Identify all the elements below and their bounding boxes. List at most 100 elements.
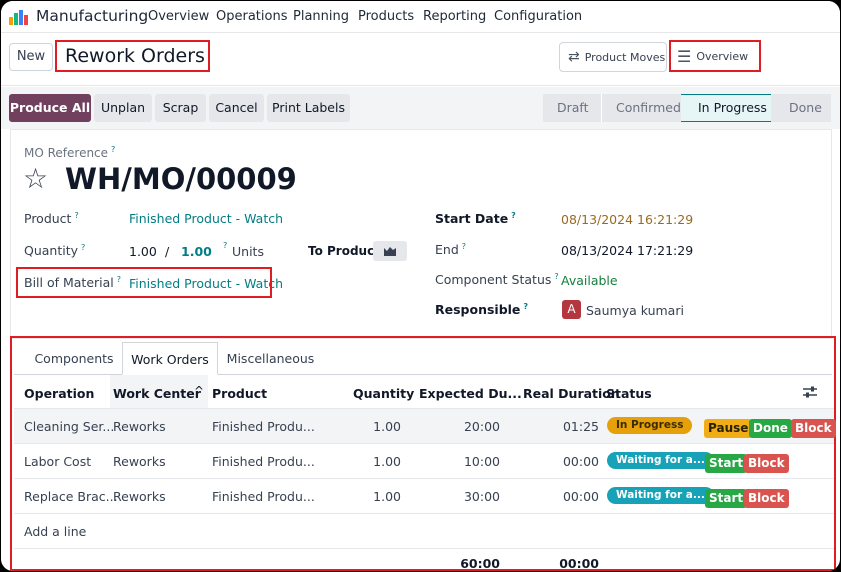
cell-expected: 30:00 xyxy=(463,489,500,504)
help-icon[interactable]: ? xyxy=(223,241,227,250)
stage-confirmed[interactable]: Confirmed xyxy=(601,94,681,122)
col-status[interactable]: Status xyxy=(606,386,652,401)
col-work-center[interactable]: Work Center xyxy=(113,386,201,401)
bom-highlight xyxy=(16,267,272,298)
responsible-label: Responsible? xyxy=(435,302,529,318)
unplan-button[interactable]: Unplan xyxy=(94,94,152,122)
totals-row: 60:00 00:00 xyxy=(14,548,834,571)
table-row[interactable]: Replace Brac... Reworks Finished Produ..… xyxy=(14,478,834,513)
cell-quantity: 1.00 xyxy=(373,489,401,504)
cell-real: 01:25 xyxy=(562,419,599,434)
end-date-field[interactable]: 08/13/2024 17:21:29 xyxy=(561,243,693,258)
app-title[interactable]: Manufacturing xyxy=(36,7,148,25)
mo-reference-label: MO Reference? xyxy=(24,145,116,160)
product-moves-button[interactable]: ⇄ Product Moves xyxy=(559,42,667,72)
product-moves-label: Product Moves xyxy=(584,50,666,64)
component-status-value: Available xyxy=(561,273,618,288)
cell-quantity: 1.00 xyxy=(373,419,401,434)
quantity-target[interactable]: 1.00 xyxy=(181,244,212,259)
bars-icon: ☰ xyxy=(677,46,692,66)
cell-expected: 20:00 xyxy=(463,419,500,434)
component-status-label: Component Status? xyxy=(435,272,559,288)
block-button[interactable]: Block xyxy=(791,419,836,438)
add-line-link[interactable]: Add a line xyxy=(24,524,86,539)
quantity-label: Quantity? xyxy=(24,243,86,259)
menu-overview[interactable]: Overview xyxy=(148,9,209,24)
total-real: 00:00 xyxy=(559,556,599,571)
avatar: A xyxy=(562,300,581,319)
help-icon[interactable]: ? xyxy=(554,272,558,281)
quantity-input[interactable]: 1.00 xyxy=(129,244,157,259)
page-title: Rework Orders xyxy=(55,40,210,72)
cell-operation: Replace Brac... xyxy=(24,489,118,504)
done-button[interactable]: Done xyxy=(749,419,792,438)
tab-work-orders[interactable]: Work Orders xyxy=(122,342,218,375)
cell-operation: Labor Cost xyxy=(24,454,92,469)
cell-product: Finished Produ... xyxy=(212,454,315,469)
help-icon[interactable]: ? xyxy=(523,302,528,311)
forecast-chart-button[interactable] xyxy=(373,241,407,261)
block-button[interactable]: Block xyxy=(744,489,789,508)
quantity-separator: / xyxy=(165,244,170,259)
product-label: Product? xyxy=(24,211,79,227)
cell-quantity: 1.00 xyxy=(373,454,401,469)
start-button[interactable]: Start xyxy=(705,454,748,473)
help-icon[interactable]: ? xyxy=(511,211,516,220)
responsible-field[interactable]: Saumya kumari xyxy=(586,303,684,318)
exchange-icon: ⇄ xyxy=(568,49,580,65)
scrap-button[interactable]: Scrap xyxy=(155,94,206,122)
end-label: End? xyxy=(435,242,467,258)
cell-work-center: Reworks xyxy=(113,489,166,504)
tab-miscellaneous[interactable]: Miscellaneous xyxy=(219,342,322,375)
cell-real: 00:00 xyxy=(562,489,599,504)
work-orders-section: Components Work Orders Miscellaneous Ope… xyxy=(10,336,836,571)
menu-operations[interactable]: Operations xyxy=(216,9,287,24)
manufacturing-app-icon[interactable] xyxy=(9,9,29,25)
control-panel: New Rework Orders ⇄ Product Moves ☰ Over… xyxy=(1,34,840,86)
status-badge: In Progress xyxy=(607,417,693,434)
menu-configuration[interactable]: Configuration xyxy=(494,9,582,24)
app-window: Manufacturing Overview Operations Planni… xyxy=(1,1,840,571)
quantity-unit: Units xyxy=(232,244,264,259)
new-button[interactable]: New xyxy=(9,43,53,71)
form-sheet: MO Reference? ☆ WH/MO/00009 Product? Fin… xyxy=(10,129,832,339)
overview-label: Overview xyxy=(696,49,749,63)
stage-draft[interactable]: Draft xyxy=(543,94,601,122)
help-icon[interactable]: ? xyxy=(462,242,466,251)
help-icon[interactable]: ? xyxy=(111,145,115,154)
product-field[interactable]: Finished Product - Watch xyxy=(129,211,283,226)
menu-planning[interactable]: Planning xyxy=(293,9,349,24)
top-navbar: Manufacturing Overview Operations Planni… xyxy=(1,1,840,33)
block-button[interactable]: Block xyxy=(744,454,789,473)
start-button[interactable]: Start xyxy=(705,489,748,508)
to-produce-label: To Produce xyxy=(308,244,383,258)
table-row[interactable]: Cleaning Ser... Reworks Finished Produ..… xyxy=(14,408,836,443)
total-expected: 60:00 xyxy=(460,556,500,571)
col-expected-duration[interactable]: Expected Du... xyxy=(419,386,522,401)
tab-components[interactable]: Components xyxy=(26,342,122,375)
sort-up-icon[interactable]: ^ xyxy=(194,384,204,398)
cell-expected: 10:00 xyxy=(463,454,500,469)
menu-products[interactable]: Products xyxy=(358,9,414,24)
col-operation[interactable]: Operation xyxy=(24,386,94,401)
optional-columns-icon[interactable] xyxy=(802,385,818,399)
cell-work-center: Reworks xyxy=(113,419,166,434)
pause-button[interactable]: Pause xyxy=(704,419,753,438)
stage-in-progress[interactable]: In Progress xyxy=(681,94,771,122)
table-row[interactable]: Labor Cost Reworks Finished Produ... 1.0… xyxy=(14,443,834,478)
overview-button[interactable]: ☰ Overview xyxy=(669,40,761,72)
help-icon[interactable]: ? xyxy=(81,243,85,252)
menu-reporting[interactable]: Reporting xyxy=(423,9,486,24)
status-badge: Waiting for a... xyxy=(607,452,714,469)
cell-product: Finished Produ... xyxy=(212,419,315,434)
produce-all-button[interactable]: Produce All xyxy=(9,94,91,122)
start-date-field[interactable]: 08/13/2024 16:21:29 xyxy=(561,212,693,227)
favorite-star-icon[interactable]: ☆ xyxy=(23,162,48,196)
col-quantity[interactable]: Quantity xyxy=(353,386,414,401)
col-product[interactable]: Product xyxy=(212,386,267,401)
cancel-button[interactable]: Cancel xyxy=(209,94,264,122)
stage-done[interactable]: Done xyxy=(771,94,831,122)
help-icon[interactable]: ? xyxy=(74,211,78,220)
print-labels-button[interactable]: Print Labels xyxy=(267,94,350,122)
cell-product: Finished Produ... xyxy=(212,489,315,504)
